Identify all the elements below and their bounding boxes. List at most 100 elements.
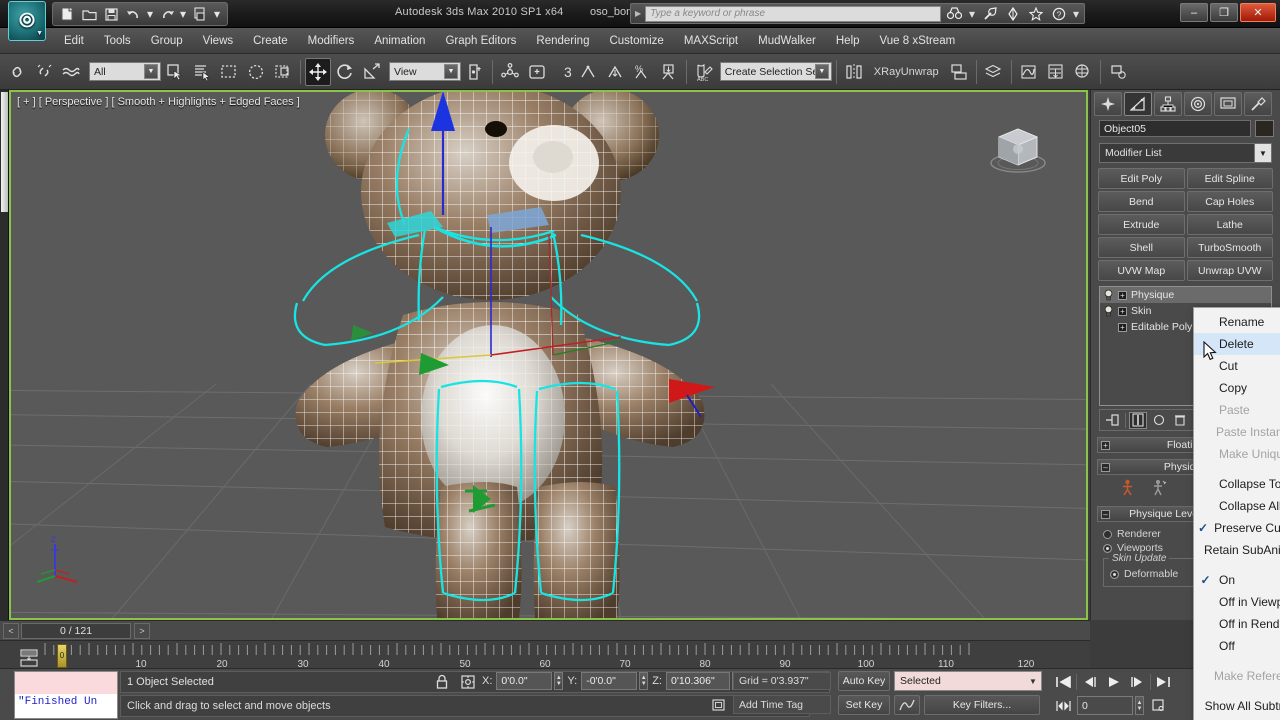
qat-customize-icon[interactable]: ▾ xyxy=(212,5,222,24)
modifier-button-bend[interactable]: Bend xyxy=(1098,191,1185,212)
redo-icon[interactable] xyxy=(157,5,176,24)
select-object-icon[interactable] xyxy=(162,58,188,86)
menu-group[interactable]: Group xyxy=(141,32,193,50)
next-frame-button[interactable]: > xyxy=(134,623,150,639)
key-curve-icon[interactable] xyxy=(894,695,920,715)
favorites-star-icon[interactable] xyxy=(1026,5,1045,23)
current-frame-display[interactable]: 0 / 121 xyxy=(21,623,131,639)
context-menu-item-collapse-to[interactable]: Collapse To xyxy=(1194,473,1280,495)
curve-editor-icon[interactable] xyxy=(1016,58,1042,86)
context-menu-item-copy[interactable]: Copy xyxy=(1194,377,1280,399)
key-mode-toggle-button[interactable] xyxy=(1052,695,1075,716)
save-file-icon[interactable] xyxy=(102,5,121,24)
context-menu-item-collapse-all[interactable]: Collapse All xyxy=(1194,495,1280,517)
use-pivot-point-center-icon[interactable] xyxy=(462,58,488,86)
keyboard-shortcut-override-icon[interactable] xyxy=(524,58,550,86)
chevron-down-icon[interactable]: ▼ xyxy=(1025,672,1041,690)
menu-edit[interactable]: Edit xyxy=(54,32,94,50)
context-menu-item-off[interactable]: Off xyxy=(1194,635,1280,657)
light-bulb-icon[interactable] xyxy=(1103,289,1114,301)
expand-icon[interactable]: + xyxy=(1118,291,1127,300)
attach-to-node-icon[interactable] xyxy=(1119,479,1136,496)
unlink-selection-icon[interactable] xyxy=(31,58,57,86)
radio-icon[interactable] xyxy=(1103,544,1112,553)
snaps-toggle-icon[interactable] xyxy=(575,58,601,86)
chevron-down-icon[interactable]: ▼ xyxy=(444,64,458,79)
pin-stack-icon[interactable] xyxy=(1104,412,1122,429)
current-frame-input[interactable]: 0 xyxy=(1077,696,1133,715)
modifier-button-unwrap-uvw[interactable]: Unwrap UVW xyxy=(1187,260,1274,281)
viewport-label[interactable]: [ + ] [ Perspective ] [ Smooth + Highlig… xyxy=(17,96,300,108)
snap-toggle-number[interactable]: 3 xyxy=(562,64,574,80)
rectangular-selection-region-icon[interactable] xyxy=(216,58,242,86)
undo-icon[interactable] xyxy=(124,5,143,24)
object-name-input[interactable]: Object05 xyxy=(1099,120,1251,137)
auto-key-button[interactable]: Auto Key xyxy=(838,671,890,691)
time-slider-handle[interactable]: 0 xyxy=(57,644,67,668)
previous-frame-button[interactable] xyxy=(1078,671,1101,692)
undo-dropdown-icon[interactable]: ▾ xyxy=(146,5,154,24)
help-icon[interactable]: ? xyxy=(1049,5,1068,23)
xray-unwrap-button[interactable]: XRayUnwrap xyxy=(868,66,945,78)
reinitialize-physique-icon[interactable] xyxy=(1150,479,1167,496)
modifier-button-extrude[interactable]: Extrude xyxy=(1098,214,1185,235)
menu-maxscript[interactable]: MAXScript xyxy=(674,32,748,50)
teddy-bear-model[interactable] xyxy=(291,90,771,620)
minimize-button[interactable]: – xyxy=(1180,3,1208,22)
edit-named-selection-sets-icon[interactable]: ABC xyxy=(691,58,717,86)
wrench-icon[interactable] xyxy=(980,5,999,23)
context-menu-item-on[interactable]: ✓ On xyxy=(1194,569,1280,591)
chevron-down-icon[interactable]: ▼ xyxy=(144,64,158,79)
time-configuration-button[interactable] xyxy=(1146,695,1169,716)
next-frame-button[interactable] xyxy=(1126,671,1149,692)
expand-icon[interactable]: + xyxy=(1101,441,1110,450)
layer-manager-icon[interactable] xyxy=(981,58,1007,86)
modifier-button-lathe[interactable]: Lathe xyxy=(1187,214,1274,235)
select-and-rotate-icon[interactable] xyxy=(332,58,358,86)
scrollbar-thumb[interactable] xyxy=(1,92,8,212)
binoculars-icon[interactable] xyxy=(945,5,964,23)
search-dropdown-icon[interactable]: ▾ xyxy=(968,5,976,23)
x-spinner[interactable]: ▲▼ xyxy=(554,672,563,690)
menu-views[interactable]: Views xyxy=(193,32,243,50)
close-button[interactable]: ✕ xyxy=(1240,3,1276,22)
help-dropdown-icon[interactable]: ▾ xyxy=(1072,5,1080,23)
maxscript-mini-listener[interactable]: "Finished Un xyxy=(14,671,118,719)
context-menu-item-show-all-subtrees[interactable]: Show All Subtrees xyxy=(1194,695,1280,717)
menu-tools[interactable]: Tools xyxy=(94,32,141,50)
menu-help[interactable]: Help xyxy=(826,32,870,50)
named-selection-set-combo[interactable]: Create Selection Se ▼ xyxy=(720,62,832,81)
select-by-name-icon[interactable] xyxy=(189,58,215,86)
context-menu-item-retain-subanim-order[interactable]: Retain SubAnim Order xyxy=(1194,539,1280,561)
menu-modifiers[interactable]: Modifiers xyxy=(298,32,365,50)
angle-snap-toggle-icon[interactable] xyxy=(602,58,628,86)
align-icon[interactable] xyxy=(946,58,972,86)
menu-customize[interactable]: Customize xyxy=(599,32,673,50)
maximize-button[interactable]: ❐ xyxy=(1210,3,1238,22)
modify-tab[interactable] xyxy=(1124,92,1152,116)
set-key-button[interactable]: Set Key xyxy=(838,695,890,715)
display-tab[interactable] xyxy=(1214,92,1242,116)
bind-to-space-warp-icon[interactable] xyxy=(58,58,84,86)
listener-input-row[interactable] xyxy=(15,672,117,694)
select-and-link-icon[interactable] xyxy=(4,58,30,86)
key-mode-combo[interactable]: Selected ▼ xyxy=(894,671,1042,691)
schematic-view-icon[interactable] xyxy=(1043,58,1069,86)
context-menu-item-rename[interactable]: Rename xyxy=(1194,311,1280,333)
key-filters-button[interactable]: Key Filters... xyxy=(924,695,1040,715)
radio-icon[interactable] xyxy=(1103,530,1112,539)
menu-animation[interactable]: Animation xyxy=(364,32,435,50)
chevron-down-icon[interactable]: ▼ xyxy=(1254,144,1271,162)
menu-create[interactable]: Create xyxy=(243,32,298,50)
menu-mudwalker[interactable]: MudWalker xyxy=(748,32,826,50)
window-crossing-toggle-icon[interactable] xyxy=(270,58,296,86)
modifier-button-shell[interactable]: Shell xyxy=(1098,237,1185,258)
expand-icon[interactable]: + xyxy=(1118,307,1127,316)
render-setup-icon[interactable] xyxy=(1105,58,1131,86)
modifier-button-turbosmooth[interactable]: TurboSmooth xyxy=(1187,237,1274,258)
context-menu-item-off-in-viewport[interactable]: Off in Viewport xyxy=(1194,591,1280,613)
modifier-button-cap-holes[interactable]: Cap Holes xyxy=(1187,191,1274,212)
object-color-swatch[interactable] xyxy=(1255,120,1274,137)
viewport-vertical-scrollbar[interactable] xyxy=(0,90,9,620)
go-to-start-button[interactable] xyxy=(1052,671,1075,692)
